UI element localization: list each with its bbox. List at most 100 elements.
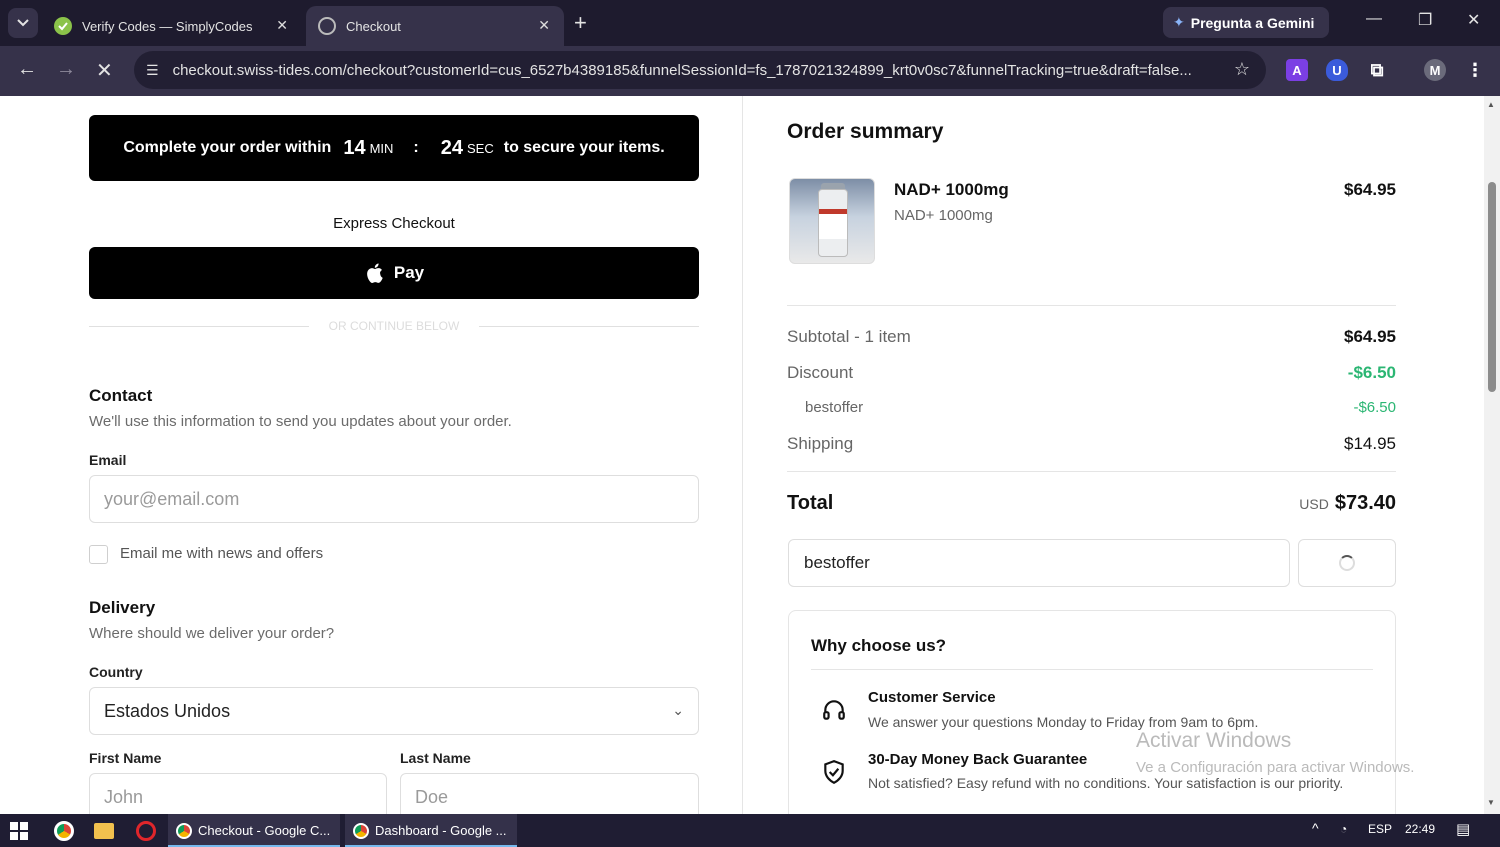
language-indicator[interactable]: ESP: [1368, 822, 1392, 836]
gemini-sparkle-icon: ✦: [1173, 14, 1185, 30]
why-heading: Why choose us?: [811, 636, 947, 655]
divider-text: OR CONTINUE BELOW: [328, 319, 460, 333]
notifications-icon[interactable]: ▤: [1456, 820, 1470, 838]
order-summary-column: Order summary NAD+ 1000mg NAD+ 1000mg $6…: [744, 96, 1484, 814]
tab-checkout[interactable]: Checkout ✕: [306, 6, 564, 46]
country-select[interactable]: Estados Unidos ⌄: [89, 687, 699, 735]
feature-description: We answer your questions Monday to Frida…: [868, 714, 1259, 730]
product-price: $64.95: [1344, 180, 1396, 199]
product-image: [789, 178, 875, 264]
minimize-button[interactable]: —: [1366, 10, 1382, 28]
first-name-field[interactable]: John: [89, 773, 387, 814]
extension-a-icon[interactable]: A: [1286, 59, 1308, 81]
product-variant: NAD+ 1000mg: [894, 207, 993, 224]
page-scrollbar[interactable]: ▲ ▼: [1484, 96, 1500, 814]
scrollbar-thumb[interactable]: [1488, 182, 1496, 392]
avatar[interactable]: M: [1424, 59, 1446, 81]
url-text[interactable]: checkout.swiss-tides.com/checkout?custom…: [173, 62, 1213, 79]
checkout-form-column: Complete your order within 14 MIN : 24 S…: [0, 96, 743, 814]
new-tab-button[interactable]: +: [574, 10, 587, 36]
timer-sec-unit: SEC: [467, 140, 494, 156]
loading-spinner-icon: [1339, 555, 1355, 571]
apple-icon: [366, 263, 383, 283]
watermark-subtitle: Ve a Configuración para activar Windows.: [1136, 759, 1415, 776]
newsletter-checkbox[interactable]: [89, 545, 108, 564]
total-label: Total: [787, 492, 834, 514]
tab-title: Verify Codes — SimplyCodes: [82, 18, 253, 34]
close-window-button[interactable]: ✕: [1467, 10, 1480, 30]
last-name-field[interactable]: Doe: [400, 773, 699, 814]
taskbar-app-checkout[interactable]: Checkout - Google C...: [168, 814, 340, 847]
shield-check-icon: [819, 757, 849, 787]
chevron-down-icon: ⌄: [672, 702, 684, 718]
back-button[interactable]: ←: [17, 58, 37, 81]
forward-button[interactable]: →: [56, 58, 76, 81]
total-value-group: USD $73.40: [1299, 492, 1396, 515]
clock[interactable]: 22:49: [1405, 822, 1435, 836]
file-explorer-icon[interactable]: [94, 823, 114, 839]
email-field[interactable]: your@email.com: [89, 475, 699, 523]
chrome-icon: [353, 822, 369, 839]
shield-extension-icon[interactable]: U: [1326, 59, 1348, 81]
divider: [787, 305, 1396, 306]
express-checkout-label: Express Checkout: [333, 215, 455, 232]
apple-pay-label: Pay: [393, 263, 425, 282]
windows-activation-watermark: Activar Windows Ve a Configuración para …: [1136, 729, 1414, 776]
tab-search-button[interactable]: [8, 8, 38, 38]
newsletter-label[interactable]: Email me with news and offers: [120, 545, 323, 562]
apple-pay-button[interactable]: Pay: [89, 247, 699, 299]
restore-button[interactable]: ❐: [1418, 10, 1432, 30]
subtotal-value: $64.95: [1344, 327, 1396, 346]
windows-taskbar: Checkout - Google C... Dashboard - Googl…: [0, 814, 1500, 847]
tray-chevron-up-icon[interactable]: ^: [1312, 820, 1319, 836]
timer-prefix: Complete your order within: [123, 139, 332, 156]
omnibox[interactable]: ☰ checkout.swiss-tides.com/checkout?cust…: [134, 51, 1266, 89]
close-tab-icon[interactable]: ✕: [276, 17, 288, 34]
discount-code-input[interactable]: bestoffer: [788, 539, 1290, 587]
taskbar-app-label: Dashboard - Google ...: [375, 823, 507, 838]
close-tab-icon[interactable]: ✕: [538, 17, 550, 34]
country-label: Country: [89, 664, 143, 680]
gemini-button[interactable]: ✦ Pregunta a Gemini: [1163, 7, 1329, 38]
stop-loading-button[interactable]: ✕: [96, 58, 113, 83]
total-currency: USD: [1299, 496, 1329, 512]
divider: [787, 471, 1396, 472]
discount-value: -$6.50: [1347, 363, 1396, 382]
scroll-up-icon[interactable]: ▲: [1487, 100, 1495, 109]
menu-dots-icon[interactable]: ⋮: [1464, 59, 1486, 81]
wifi-icon[interactable]: ◔: [1340, 822, 1347, 836]
chrome-taskbar-icon[interactable]: [54, 821, 74, 841]
address-bar-row: ← → ✕ ☰ checkout.swiss-tides.com/checkou…: [0, 46, 1500, 96]
taskbar-app-dashboard[interactable]: Dashboard - Google ...: [345, 814, 517, 847]
tab-simplycodes[interactable]: Verify Codes — SimplyCodes ✕: [44, 6, 302, 46]
timer-suffix: to secure your items.: [503, 139, 665, 156]
extensions-puzzle-icon[interactable]: ⧉: [1366, 59, 1388, 81]
chevron-down-icon: [17, 19, 29, 27]
bookmark-star-icon[interactable]: ☆: [1234, 59, 1250, 80]
opera-icon[interactable]: [136, 821, 156, 841]
site-info-icon[interactable]: ☰: [146, 62, 159, 79]
feature-description: Not satisfied? Easy refund with no condi…: [868, 775, 1344, 791]
windows-start-icon[interactable]: [10, 822, 28, 840]
tab-bar: Verify Codes — SimplyCodes ✕ Checkout ✕ …: [0, 0, 1500, 46]
subtotal-label: Subtotal - 1 item: [787, 327, 911, 346]
or-divider: OR CONTINUE BELOW: [89, 319, 699, 333]
watermark-title: Activar Windows: [1136, 729, 1292, 752]
email-label: Email: [89, 452, 127, 468]
apply-code-button[interactable]: [1298, 539, 1396, 587]
timer-min-unit: MIN: [369, 140, 394, 156]
discount-code-label: bestoffer: [805, 399, 864, 416]
feature-title: 30-Day Money Back Guarantee: [868, 751, 1088, 768]
discount-code-value: -$6.50: [1353, 399, 1396, 416]
timer-separator: :: [413, 139, 419, 156]
product-name: NAD+ 1000mg: [894, 180, 1009, 199]
timer-seconds: 24: [440, 136, 463, 159]
why-choose-us-card: Why choose us? Customer Service We answe…: [788, 610, 1396, 814]
order-summary-heading: Order summary: [787, 120, 944, 143]
feature-title: Customer Service: [868, 689, 996, 706]
tab-title: Checkout: [346, 18, 401, 34]
contact-heading: Contact: [89, 386, 153, 405]
total-value: $73.40: [1334, 492, 1396, 514]
scroll-down-icon[interactable]: ▼: [1487, 798, 1495, 807]
simplycodes-favicon-icon: [54, 17, 72, 35]
